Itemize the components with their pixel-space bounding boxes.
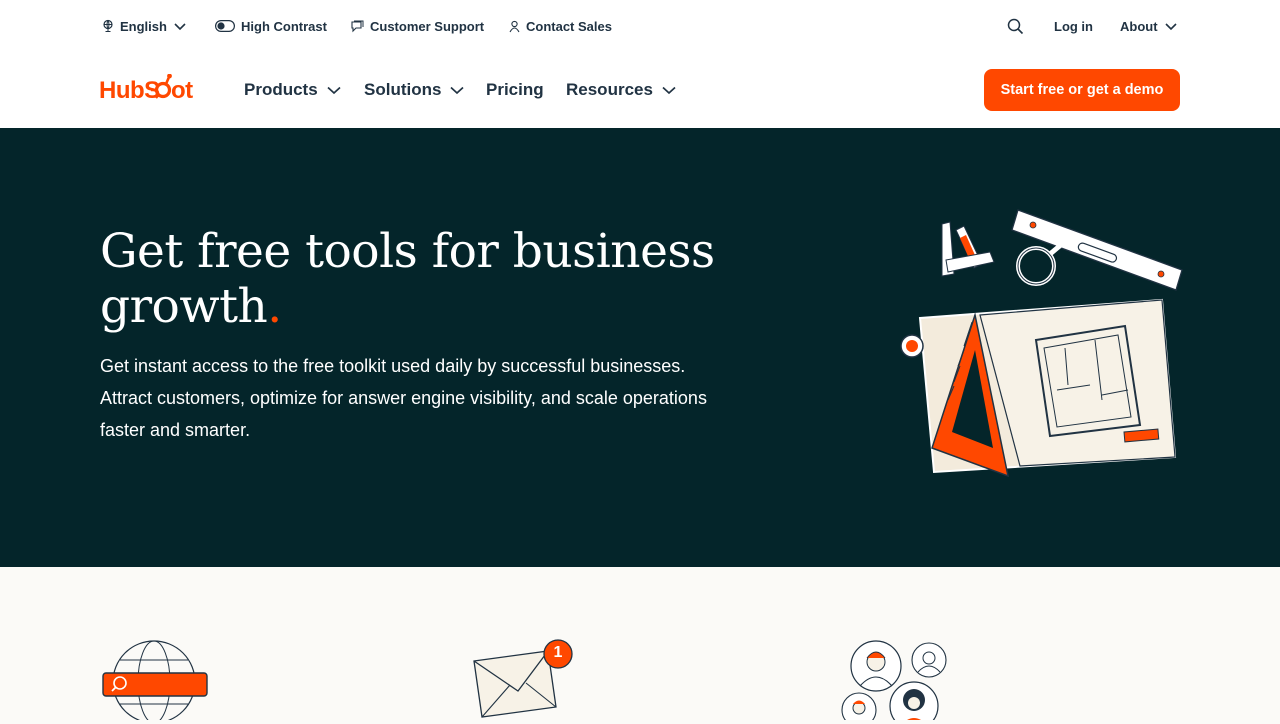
svg-text:ot: ot <box>171 77 193 104</box>
features-section: 1 <box>0 567 1280 724</box>
hero-title-period: . <box>267 279 282 334</box>
about-menu[interactable]: About <box>1120 17 1178 35</box>
language-selector[interactable]: English <box>102 17 187 35</box>
login-link[interactable]: Log in <box>1054 17 1093 35</box>
contrast-toggle-icon <box>215 20 235 32</box>
nav-resources-label: Resources <box>566 80 653 99</box>
nav-pricing-label: Pricing <box>486 80 544 99</box>
utility-bar: English High Contrast Customer Support C… <box>0 0 1280 52</box>
chevron-down-icon <box>173 21 187 31</box>
svg-text:HubS: HubS <box>99 77 160 104</box>
contact-sales-link[interactable]: Contact Sales <box>509 17 612 35</box>
hubspot-logo[interactable]: HubS ot <box>99 74 203 106</box>
nav-solutions[interactable]: Solutions <box>364 79 465 101</box>
person-icon <box>509 20 520 33</box>
seo-globe-illustration <box>100 640 210 724</box>
nav-products[interactable]: Products <box>244 79 342 101</box>
nav-products-label: Products <box>244 80 318 99</box>
contact-sales-label: Contact Sales <box>526 18 612 34</box>
hero-title: Get free tools for business growth. <box>100 224 740 334</box>
chat-icon <box>351 20 364 33</box>
about-label: About <box>1120 18 1158 34</box>
team-avatars-illustration <box>840 640 950 724</box>
chevron-down-icon <box>661 80 677 100</box>
start-free-demo-button[interactable]: Start free or get a demo <box>984 69 1180 111</box>
hero-title-text: Get free tools for business growth <box>100 224 715 334</box>
chevron-down-icon <box>326 80 342 100</box>
nav-resources[interactable]: Resources <box>566 79 677 101</box>
globe-icon <box>102 19 114 33</box>
email-illustration: 1 <box>472 639 577 724</box>
tools-illustration <box>890 200 1190 489</box>
chevron-down-icon <box>1164 21 1178 31</box>
high-contrast-toggle[interactable]: High Contrast <box>215 17 327 35</box>
chevron-down-icon <box>449 80 465 100</box>
customer-support-link[interactable]: Customer Support <box>351 17 484 35</box>
customer-support-label: Customer Support <box>370 18 485 34</box>
notification-count-badge: 1 <box>553 644 563 661</box>
hero-subtitle: Get instant access to the free toolkit u… <box>100 356 707 440</box>
search-button[interactable] <box>1007 17 1024 35</box>
hero-section: Get free tools for business growth. Get … <box>0 128 1280 567</box>
nav-pricing[interactable]: Pricing <box>486 79 544 101</box>
language-label: English <box>120 18 167 34</box>
login-label: Log in <box>1054 18 1093 34</box>
main-navigation: HubS ot Products Solutions Pricing Resou… <box>0 52 1280 128</box>
high-contrast-label: High Contrast <box>241 18 327 34</box>
nav-solutions-label: Solutions <box>364 80 442 99</box>
search-icon <box>1007 18 1024 35</box>
